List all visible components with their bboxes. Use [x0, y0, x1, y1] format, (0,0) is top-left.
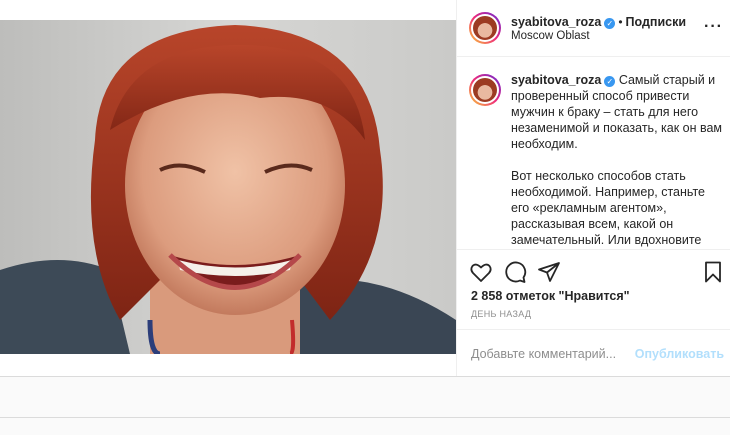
post-header: syabitova_roza ✓ • Подписки Moscow Oblast ·…	[457, 0, 730, 57]
bookmark-icon[interactable]	[701, 260, 725, 284]
action-bar	[457, 249, 730, 289]
post-card: syabitova_roza ✓ • Подписки Moscow Oblast ·…	[0, 0, 730, 376]
more-options-icon[interactable]: ···	[704, 18, 723, 36]
below-post-area	[0, 376, 730, 435]
verified-badge-icon: ✓	[604, 76, 616, 87]
author-line: syabitova_roza ✓ • Подписки	[511, 13, 686, 31]
heart-icon[interactable]	[469, 260, 493, 284]
verified-badge-icon: ✓	[604, 18, 616, 29]
caption-handle[interactable]: syabitova_roza	[511, 73, 601, 87]
caption: syabitova_roza ✓ Самый старый и проверенн…	[511, 72, 723, 249]
author-handle[interactable]: syabitova_roza	[511, 15, 601, 29]
comments-area[interactable]: syabitova_roza ✓ Самый старый и проверенн…	[457, 57, 730, 249]
separator-dot: •	[618, 15, 623, 29]
comment-icon[interactable]	[503, 260, 527, 284]
add-comment-bar: Добавьте комментарий... Опубликовать	[457, 329, 730, 376]
post-photo[interactable]	[0, 20, 456, 354]
share-icon[interactable]	[537, 260, 561, 284]
divider	[0, 417, 730, 418]
author-avatar[interactable]	[469, 12, 501, 44]
follow-button[interactable]: Подписки	[626, 15, 687, 29]
caption-avatar[interactable]	[469, 74, 501, 106]
post-time[interactable]: ДЕНЬ НАЗАД	[471, 309, 531, 319]
post-location[interactable]: Moscow Oblast	[511, 30, 590, 42]
likes-count[interactable]: 2 858 отметок "Нравится"	[471, 289, 630, 303]
publish-button[interactable]: Опубликовать	[635, 347, 724, 361]
portrait-photo	[0, 20, 456, 354]
comment-input[interactable]: Добавьте комментарий...	[471, 347, 616, 361]
post-side-panel: syabitova_roza ✓ • Подписки Moscow Oblast ·…	[456, 0, 730, 376]
caption-paragraph-2: Вот несколько способов стать необходимой…	[511, 169, 705, 247]
